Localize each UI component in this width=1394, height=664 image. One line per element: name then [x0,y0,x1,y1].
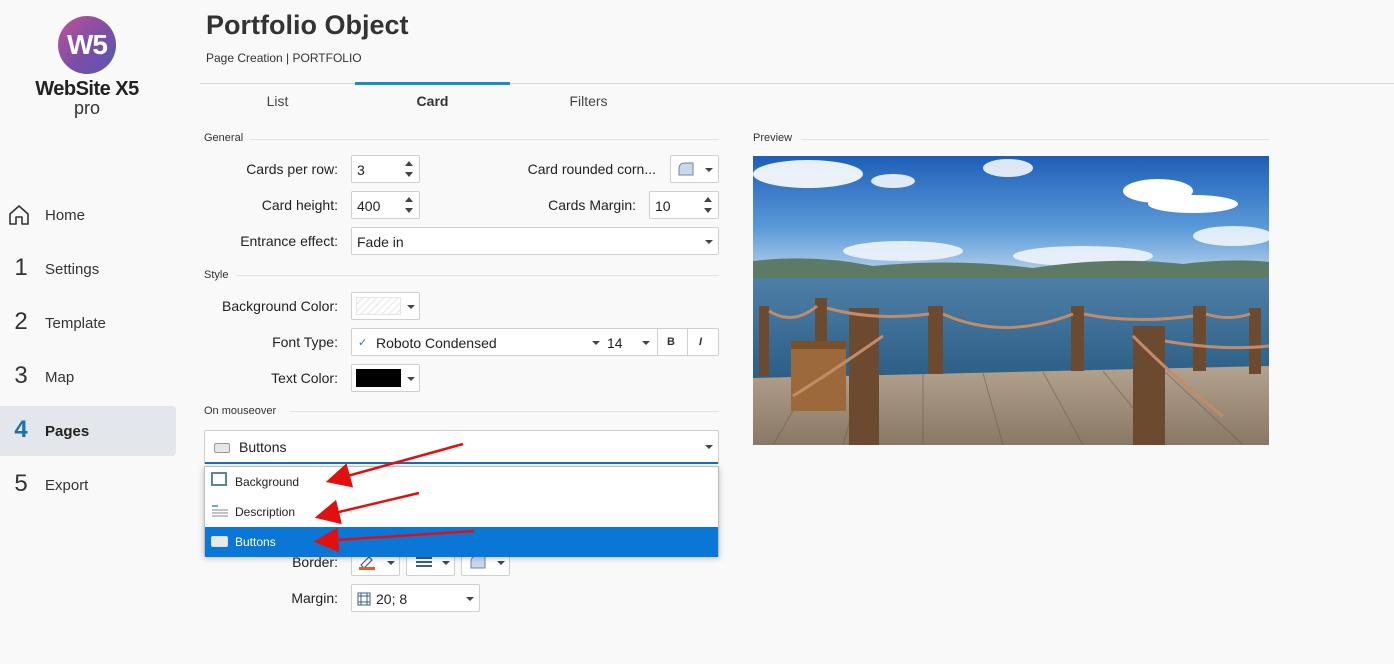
nav-item-home[interactable]: Home [0,190,176,240]
logo-edition: pro [73,98,100,118]
check-icon: ✓ [358,337,368,349]
chevron-down-icon[interactable] [592,341,600,345]
breadcrumb: Page Creation | PORTFOLIO [206,51,362,65]
main-nav: Home 1 Settings 2 Template 3 Map 4 Pages… [0,190,176,514]
section-preview: Preview [753,132,793,144]
font-name-value[interactable]: Roboto Condensed [376,335,497,351]
chevron-down-icon [387,561,395,565]
background-color-picker[interactable] [351,292,420,320]
nav-label-template: Template [45,315,106,332]
buttons-icon [211,536,228,547]
margin-select[interactable]: 20; 8 [351,584,480,612]
chevron-down-icon [705,240,713,244]
description-icon [212,505,228,517]
background-color-label: Background Color: [222,298,338,314]
entrance-effect-value: Fade in [357,234,404,250]
nav-number: 4 [14,416,28,443]
option-description[interactable]: Description [205,497,718,527]
font-size-value[interactable]: 14 [607,335,623,351]
nav-number: 5 [14,470,28,497]
bold-button[interactable]: B [667,336,675,348]
nav-label-map: Map [45,369,75,386]
background-icon [211,472,227,486]
color-swatch [356,297,401,315]
tab-filters[interactable]: Filters [511,82,666,118]
section-on-mouseover: On mouseover [204,405,277,417]
margin-value: 20; 8 [376,591,408,607]
cards-margin-value: 10 [655,198,671,214]
section-style: Style [204,269,229,281]
chevron-down-icon [407,305,415,309]
home-icon [9,205,29,225]
chevron-down-icon[interactable] [642,341,650,345]
card-height-value: 400 [357,198,381,214]
rounded-corner-icon [678,162,694,176]
nav-label-pages: Pages [45,423,90,440]
section-divider [250,139,719,140]
spin-buttons[interactable] [405,159,415,179]
nav-item-export[interactable]: 5 Export [0,460,176,510]
text-color-picker[interactable] [351,364,420,392]
italic-button[interactable]: I [699,336,702,348]
mouseover-target-dropdown: Background Description Buttons [204,466,719,557]
font-type-label: Font Type: [272,334,338,350]
chevron-down-icon [466,597,474,601]
nav-item-map[interactable]: 3 Map [0,352,176,402]
chevron-down-icon [497,561,505,565]
nav-number: 3 [14,362,28,389]
rounded-corner-icon [470,555,486,569]
text-color-label: Text Color: [271,370,338,386]
chevron-down-icon [705,445,713,449]
section-divider [290,411,719,412]
nav-item-pages[interactable]: 4 Pages [0,406,176,456]
section-divider [801,139,1269,140]
tab-list[interactable]: List [200,82,355,118]
sidebar: W5 WebSite X5 pro Home 1 Settings 2 Temp… [0,0,190,664]
chevron-down-icon [407,377,415,381]
nav-label-export: Export [45,477,89,494]
entrance-effect-select[interactable]: Fade in [351,227,719,255]
chevron-down-icon [442,561,450,565]
mouseover-target-value: Buttons [239,439,287,455]
option-label: Buttons [235,535,276,549]
option-background[interactable]: Background [205,467,718,497]
cards-margin-label: Cards Margin: [548,197,636,213]
logo-badge: W5 [58,16,116,74]
app-logo: W5 WebSite X5 pro [30,16,150,126]
tab-card[interactable]: Card [355,82,510,118]
section-divider [236,275,719,276]
nav-item-template[interactable]: 2 Template [0,298,176,348]
spin-buttons[interactable] [405,195,415,215]
option-label: Description [235,505,296,519]
section-general: General [204,132,244,144]
option-label: Background [235,475,300,489]
card-height-label: Card height: [261,197,338,213]
cards-margin-stepper[interactable]: 10 [649,191,719,219]
nav-number: 2 [14,308,28,335]
margin-label: Margin: [291,590,338,606]
margin-grid-icon [357,592,371,606]
nav-label-home: Home [45,207,86,224]
nav-label-settings: Settings [45,261,100,278]
nav-item-settings[interactable]: 1 Settings [0,244,176,294]
card-rounded-corners-label: Card rounded corn... [527,161,656,177]
preview-image [753,156,1269,445]
cards-per-row-value: 3 [357,162,365,178]
chevron-down-icon [705,168,713,172]
card-height-stepper[interactable]: 400 [351,191,420,219]
mouseover-target-select[interactable]: Buttons [204,430,719,464]
font-type-control: ✓ Roboto Condensed 14 B I [351,328,719,356]
entrance-effect-label: Entrance effect: [240,233,338,249]
color-swatch [356,369,401,387]
card-rounded-corners-select[interactable] [670,155,719,183]
nav-number: 1 [14,254,28,281]
page-title: Portfolio Object [206,10,409,40]
cards-per-row-stepper[interactable]: 3 [351,155,420,183]
option-buttons[interactable]: Buttons [205,527,718,557]
spin-buttons[interactable] [704,195,714,215]
buttons-icon [214,443,230,453]
cards-per-row-label: Cards per row: [246,161,338,177]
